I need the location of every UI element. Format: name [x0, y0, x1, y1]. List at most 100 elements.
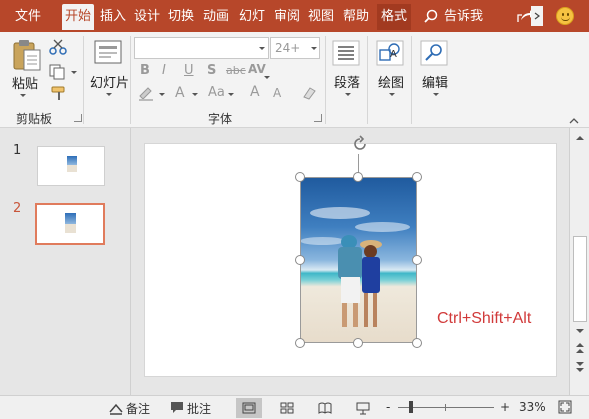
- fit-to-window-icon[interactable]: [558, 400, 572, 414]
- tab-format[interactable]: 格式: [377, 4, 411, 30]
- resize-handle-bottom-left[interactable]: [295, 338, 305, 348]
- underline-button[interactable]: U: [184, 63, 194, 78]
- paste-button[interactable]: 粘贴: [12, 73, 38, 92]
- new-slide-icon[interactable]: [94, 40, 122, 66]
- clipboard-group-label: 剪贴板: [16, 112, 53, 126]
- normal-view-icon: [242, 402, 256, 414]
- normal-view-button[interactable]: [236, 398, 262, 418]
- shrink-font-button[interactable]: A: [273, 86, 281, 100]
- rotate-handle-icon[interactable]: [350, 134, 370, 154]
- resize-handle-bottom-right[interactable]: [412, 338, 422, 348]
- highlight-icon[interactable]: [137, 85, 157, 101]
- paste-dropdown-icon[interactable]: [20, 94, 26, 97]
- feedback-smiley-icon[interactable]: [556, 7, 574, 25]
- tab-animations[interactable]: 动画: [200, 4, 232, 30]
- comments-button[interactable]: 批注: [187, 400, 211, 417]
- resize-handle-bottom[interactable]: [353, 338, 363, 348]
- notes-button[interactable]: 备注: [126, 400, 150, 417]
- bold-button[interactable]: B: [140, 63, 150, 78]
- chevron-down-icon[interactable]: [259, 47, 265, 50]
- ribbon-expand-button[interactable]: [531, 6, 543, 26]
- tab-home[interactable]: 开始: [62, 4, 94, 30]
- drawing-button[interactable]: 绘图: [378, 72, 404, 91]
- ribbon-home: 粘贴 剪贴板 幻灯片 24+ B I U S abc AV A Aa A A 字…: [0, 32, 589, 128]
- spacing-dropdown-icon[interactable]: [264, 76, 270, 79]
- strikethrough-button[interactable]: abc: [226, 64, 246, 77]
- notes-icon: [109, 403, 123, 415]
- search-icon: [424, 9, 438, 23]
- zoom-slider-center-tick: [445, 404, 446, 411]
- tab-design[interactable]: 设计: [132, 4, 162, 30]
- resize-handle-top-left[interactable]: [295, 172, 305, 182]
- tab-slideshow[interactable]: 幻灯: [236, 4, 268, 30]
- font-color-dropdown-icon[interactable]: [192, 93, 198, 96]
- scroll-down-icon[interactable]: [574, 326, 586, 336]
- character-spacing-button[interactable]: AV: [248, 62, 266, 76]
- tab-help[interactable]: 帮助: [340, 4, 372, 30]
- tab-insert[interactable]: 插入: [98, 4, 128, 30]
- paragraph-icon[interactable]: [332, 40, 360, 66]
- resize-handle-top-right[interactable]: [412, 172, 422, 182]
- thumbnail-photo: [65, 213, 76, 233]
- copy-icon[interactable]: [49, 64, 67, 80]
- slide-thumbnail-2[interactable]: [35, 203, 105, 245]
- chevron-down-icon[interactable]: [311, 47, 317, 50]
- next-slide-icon[interactable]: [574, 360, 586, 374]
- zoom-level[interactable]: 33%: [519, 400, 546, 414]
- cut-icon[interactable]: [49, 39, 67, 55]
- change-case-button[interactable]: Aa: [208, 85, 225, 100]
- italic-button[interactable]: I: [162, 63, 166, 78]
- font-color-button[interactable]: A: [175, 85, 185, 101]
- paragraph-dropdown-icon[interactable]: [345, 93, 351, 96]
- collapse-ribbon-icon[interactable]: [568, 116, 580, 126]
- clear-formatting-icon[interactable]: [300, 85, 318, 101]
- zoom-out-button[interactable]: -: [386, 400, 390, 414]
- font-size-value: 24+: [275, 41, 301, 55]
- previous-slide-icon[interactable]: [574, 341, 586, 355]
- font-size-input[interactable]: 24+: [270, 37, 320, 59]
- slides-button[interactable]: 幻灯片: [90, 72, 129, 91]
- slides-dropdown-icon[interactable]: [106, 93, 112, 96]
- tab-file[interactable]: 文件: [8, 4, 48, 30]
- tab-view[interactable]: 视图: [306, 4, 336, 30]
- tab-transitions[interactable]: 切换: [166, 4, 196, 30]
- tell-me-label: 告诉我: [444, 9, 484, 24]
- find-icon[interactable]: [420, 40, 448, 66]
- slide-canvas[interactable]: Ctrl+Shift+Alt: [144, 135, 557, 377]
- highlight-dropdown-icon[interactable]: [159, 93, 165, 96]
- editing-dropdown-icon[interactable]: [433, 93, 439, 96]
- resize-handle-left[interactable]: [295, 255, 305, 265]
- font-group-label: 字体: [208, 112, 233, 126]
- clipboard-dialog-launcher-icon[interactable]: [74, 114, 82, 122]
- copy-dropdown-icon[interactable]: [71, 71, 77, 74]
- resize-handle-top[interactable]: [353, 172, 363, 182]
- text-shadow-button[interactable]: S: [207, 63, 216, 78]
- drawing-shapes-icon[interactable]: A: [376, 40, 404, 66]
- slideshow-view-button[interactable]: [350, 398, 376, 418]
- reading-view-button[interactable]: [312, 398, 338, 418]
- tell-me-search[interactable]: 告诉我: [424, 4, 483, 30]
- font-name-input[interactable]: [134, 37, 269, 59]
- case-dropdown-icon[interactable]: [228, 93, 234, 96]
- slide-thumbnail-1[interactable]: [37, 146, 105, 186]
- font-dialog-launcher-icon[interactable]: [314, 114, 322, 122]
- ribbon-tab-bar: 文件 开始 插入 设计 切换 动画 幻灯 审阅 视图 帮助 格式 告诉我: [0, 0, 589, 32]
- comment-icon: [171, 402, 183, 413]
- tab-review[interactable]: 审阅: [272, 4, 302, 30]
- format-painter-icon[interactable]: [50, 85, 68, 101]
- paragraph-button[interactable]: 段落: [334, 72, 360, 91]
- vertical-scrollbar[interactable]: [569, 128, 589, 395]
- zoom-slider-thumb[interactable]: [409, 401, 413, 413]
- status-bar: 备注 批注 - + 33%: [0, 395, 589, 419]
- scroll-up-icon[interactable]: [574, 133, 586, 143]
- paste-icon[interactable]: [12, 38, 42, 72]
- group-separator: [367, 36, 368, 124]
- editing-button[interactable]: 编辑: [422, 72, 448, 91]
- zoom-in-button[interactable]: +: [500, 400, 510, 414]
- scrollbar-thumb[interactable]: [573, 236, 587, 322]
- grow-font-button[interactable]: A: [250, 84, 260, 100]
- drawing-dropdown-icon[interactable]: [389, 93, 395, 96]
- resize-handle-right[interactable]: [412, 255, 422, 265]
- slide-editing-area: Ctrl+Shift+Alt: [132, 128, 569, 395]
- slide-sorter-view-button[interactable]: [274, 398, 300, 418]
